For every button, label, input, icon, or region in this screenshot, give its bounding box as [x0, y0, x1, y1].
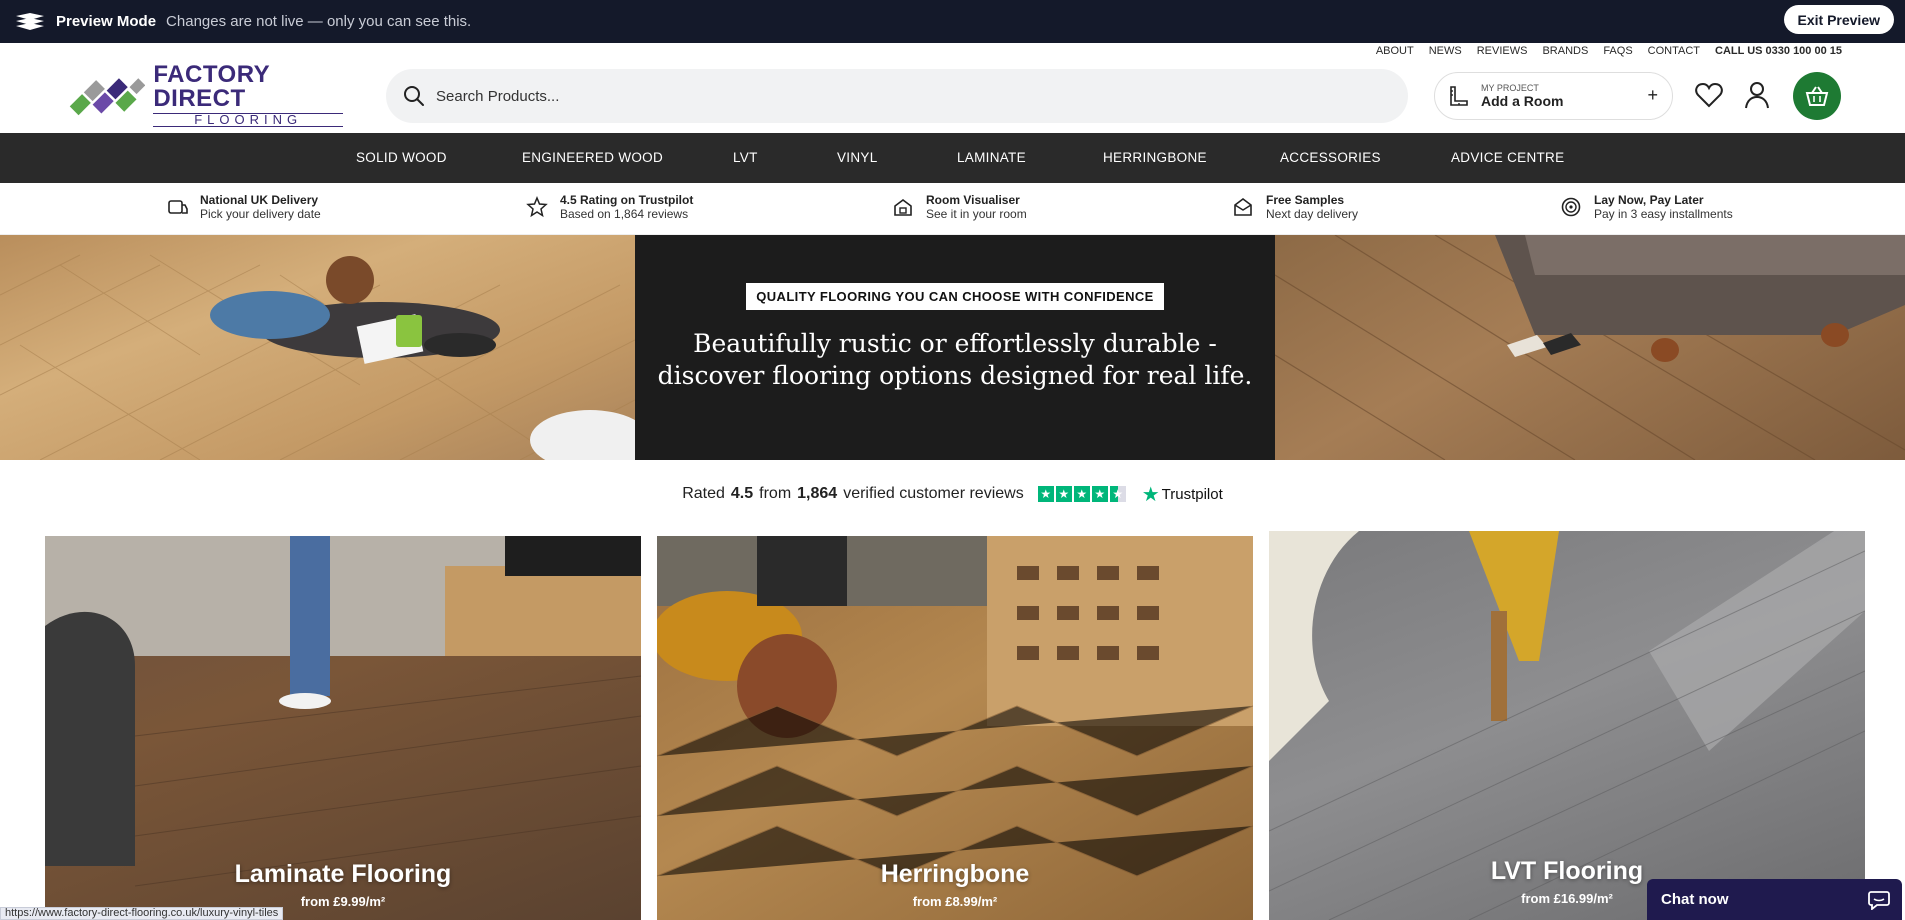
usp-title: Room Visualiser	[926, 193, 1020, 207]
my-project-label: MY PROJECT	[1481, 82, 1539, 93]
star-icon: ★	[1091, 486, 1108, 502]
tp-review-count: 1,864	[797, 485, 838, 502]
chat-now-button[interactable]: Chat now	[1647, 879, 1902, 920]
trustpilot-star-icon: ★	[1141, 483, 1160, 506]
util-link-news[interactable]: NEWS	[1429, 45, 1462, 57]
trustpilot-summary[interactable]: Rated 4.5 from 1,864 verified customer r…	[0, 481, 1905, 507]
usp-delivery[interactable]: National UK Delivery Pick your delivery …	[166, 193, 321, 222]
util-link-faqs[interactable]: FAQS	[1603, 45, 1632, 57]
hero-headline-line1: Beautifully rustic or effortlessly durab…	[693, 329, 1217, 358]
tp-from-label: from	[759, 485, 792, 502]
hero-image-child-drawing	[0, 235, 635, 460]
wishlist-heart-icon[interactable]	[1694, 80, 1724, 110]
tp-reviews-label: verified customer reviews	[843, 485, 1024, 502]
add-room-plus-icon[interactable]: +	[1647, 85, 1658, 106]
card-title: Laminate Flooring	[234, 860, 452, 888]
search-bar[interactable]	[386, 69, 1408, 123]
chat-label: Chat now	[1661, 891, 1729, 908]
main-navigation: SOLID WOOD ENGINEERED WOOD LVT VINYL LAM…	[0, 133, 1905, 183]
usp-title: National UK Delivery	[200, 193, 319, 207]
preview-logo-icon	[16, 12, 44, 30]
delivery-icon	[168, 200, 188, 215]
category-card-lvt[interactable]: LVT Flooring from £16.99/m²	[1269, 531, 1865, 920]
hero-image-sofa	[1275, 235, 1905, 460]
search-icon	[404, 86, 424, 106]
my-project-widget[interactable]: MY PROJECT Add a Room +	[1434, 72, 1673, 120]
category-card-laminate[interactable]: Laminate Flooring from £9.99/m²	[45, 536, 641, 920]
star-icon: ★	[1073, 486, 1090, 502]
usp-samples[interactable]: Free Samples Next day delivery	[1232, 193, 1358, 222]
hero-tagline: QUALITY FLOORING YOU CAN CHOOSE WITH CON…	[746, 283, 1164, 310]
samples-icon	[1234, 198, 1252, 217]
hero-banner: QUALITY FLOORING YOU CAN CHOOSE WITH CON…	[0, 235, 1905, 460]
add-room-label: Add a Room	[1481, 93, 1564, 110]
nav-vinyl[interactable]: VINYL	[837, 133, 878, 183]
logo-line1: FACTORY DIRECT	[153, 61, 270, 112]
nav-herringbone[interactable]: HERRINGBONE	[1103, 133, 1207, 183]
preview-mode-bar: Preview Mode Changes are not live — only…	[0, 0, 1905, 43]
rating-icon	[526, 196, 548, 218]
herringbone-floor-image	[0, 254, 635, 460]
usp-pay-later[interactable]: Lay Now, Pay Later Pay in 3 easy install…	[1560, 193, 1733, 222]
nav-accessories[interactable]: ACCESSORIES	[1280, 133, 1381, 183]
preview-mode-text: Changes are not live — only you can see …	[166, 13, 472, 30]
basket-icon	[1805, 86, 1829, 106]
tp-rating-value: 4.5	[730, 485, 754, 502]
account-user-icon[interactable]	[1742, 80, 1772, 110]
room-icon	[1450, 86, 1468, 106]
util-link-about[interactable]: ABOUT	[1376, 45, 1414, 57]
usp-title: Lay Now, Pay Later	[1594, 193, 1704, 207]
util-link-reviews[interactable]: REVIEWS	[1477, 45, 1528, 57]
exit-preview-button[interactable]: Exit Preview	[1783, 5, 1894, 34]
search-input[interactable]	[436, 87, 1136, 105]
hero-headline-line2: discover flooring options designed for r…	[657, 361, 1253, 390]
nav-lvt[interactable]: LVT	[733, 133, 758, 183]
star-icon: ★	[1037, 486, 1054, 502]
nav-advice-centre[interactable]: ADVICE CENTRE	[1451, 133, 1564, 183]
usp-subtitle: Next day delivery	[1266, 207, 1359, 222]
pay-later-icon	[1561, 198, 1581, 217]
star-icon: ★	[1055, 486, 1072, 502]
utility-nav: ABOUT NEWS REVIEWS BRANDS FAQS CONTACT C…	[1376, 43, 1842, 59]
hero-message-panel: QUALITY FLOORING YOU CAN CHOOSE WITH CON…	[635, 235, 1275, 460]
util-link-contact[interactable]: CONTACT	[1648, 45, 1700, 57]
trustpilot-logo: ★ Trustpilot	[1142, 482, 1223, 507]
nav-engineered-wood[interactable]: ENGINEERED WOOD	[522, 133, 663, 183]
nav-solid-wood[interactable]: SOLID WOOD	[356, 133, 447, 183]
chat-bubble-icon	[1868, 891, 1890, 910]
trustpilot-wordmark: Trustpilot	[1161, 485, 1223, 503]
basket-button[interactable]	[1793, 72, 1841, 120]
half-star-icon: ★	[1109, 486, 1126, 502]
usp-subtitle: Based on 1,864 reviews	[560, 207, 689, 222]
util-link-brands[interactable]: BRANDS	[1542, 45, 1588, 57]
usp-visualiser[interactable]: Room Visualiser See it in your room	[892, 193, 1027, 222]
nav-laminate[interactable]: LAMINATE	[957, 133, 1026, 183]
site-logo[interactable]: FACTORY DIRECT FLOORING	[68, 63, 343, 127]
visualiser-icon	[894, 199, 912, 217]
usp-subtitle: See it in your room	[926, 207, 1027, 222]
site-header: FACTORY DIRECT FLOORING MY PROJECT Add a…	[0, 60, 1905, 132]
usp-title: 4.5 Rating on Trustpilot	[560, 193, 694, 207]
logo-line2: FLOORING	[153, 113, 343, 127]
hero-headline: Beautifully rustic or effortlessly durab…	[635, 328, 1275, 392]
category-card-herringbone[interactable]: Herringbone from £8.99/m²	[657, 536, 1253, 920]
usp-subtitle: Pay in 3 easy installments	[1594, 207, 1733, 222]
logo-tiles-icon	[69, 78, 146, 116]
card-price: from £8.99/m²	[912, 894, 998, 909]
call-us-link[interactable]: CALL US 0330 100 00 15	[1715, 45, 1842, 57]
tp-rated-label: Rated	[682, 485, 725, 502]
usp-title: Free Samples	[1266, 193, 1345, 207]
card-title: Herringbone	[880, 860, 1030, 888]
usp-subtitle: Pick your delivery date	[200, 207, 321, 222]
tp-stars: ★ ★ ★ ★ ★	[1037, 486, 1128, 502]
wood-floor-sofa-image	[1275, 235, 1905, 460]
preview-mode-title: Preview Mode	[56, 13, 157, 30]
usp-strip: National UK Delivery Pick your delivery …	[0, 183, 1905, 235]
browser-status-url: https://www.factory-direct-flooring.co.u…	[0, 907, 284, 920]
usp-rating[interactable]: 4.5 Rating on Trustpilot Based on 1,864 …	[526, 193, 693, 222]
